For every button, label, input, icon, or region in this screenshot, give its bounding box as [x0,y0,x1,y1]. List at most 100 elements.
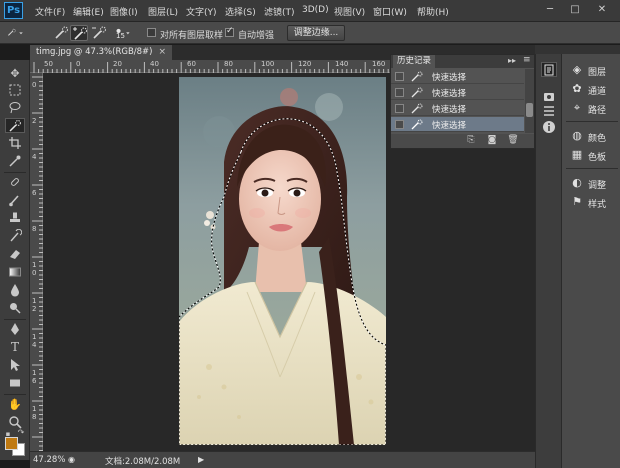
menu-edit[interactable]: 编辑(E) [73,5,104,18]
ruler-label: 20 [113,60,122,68]
blur-tool-icon[interactable] [5,283,25,298]
clone-stamp-tool-icon[interactable] [5,211,25,226]
menu-image[interactable]: 图像(I) [110,5,138,18]
paths-icon: ⌖ [573,101,581,114]
ruler-label: 4 [32,153,37,161]
history-state-selected[interactable]: 快速选择 [391,117,524,132]
sample-all-layers-checkbox[interactable] [147,28,156,37]
pen-tool-icon[interactable] [5,322,25,337]
history-state[interactable]: 快速选择 [391,85,524,100]
portrait-photo[interactable] [179,77,386,445]
quick-selection-icon [411,119,423,130]
healing-brush-tool-icon[interactable] [5,175,25,190]
menu-file[interactable]: 文件(F) [35,5,65,18]
color-panel-button[interactable]: ◍ 颜色 [566,128,620,144]
history-snapshot-checkbox[interactable] [395,120,404,129]
history-snapshot-checkbox[interactable] [395,72,404,81]
history-state-label: 快速选择 [432,105,467,115]
marquee-tool-icon[interactable] [5,83,25,98]
eyedropper-tool-icon[interactable] [5,154,25,169]
history-state-label: 快速选择 [432,121,467,131]
paths-label: 路径 [588,106,607,116]
status-menu-arrow-icon[interactable]: ▶ [198,455,204,464]
history-panel-tab[interactable]: 历史记录 [393,55,436,68]
new-document-from-state-icon[interactable]: ⎘ [464,135,478,147]
channels-icon: ✿ [572,82,582,95]
document-tab[interactable]: timg.jpg @ 47.3%(RGB/8#) × [30,45,173,60]
close-document-icon[interactable]: × [158,47,166,57]
panel-menu-icon[interactable]: ≡ [523,55,531,65]
path-selection-tool-icon[interactable] [5,358,25,373]
rectangle-tool-icon[interactable] [5,376,25,391]
zoom-level[interactable]: 47.28% [33,455,65,465]
brush-size-picker[interactable]: 15 [113,25,139,41]
collapse-panel-icon[interactable]: ▸▸ [508,56,516,65]
history-scrollbar-thumb[interactable] [526,103,533,117]
menu-help[interactable]: 帮助(H) [417,5,449,18]
layers-icon: ◈ [572,63,582,76]
menu-layer[interactable]: 图层(L) [148,5,178,18]
menu-bar: Ps 文件(F) 编辑(E) 图像(I) 图层(L) 文字(Y) 选择(S) 滤… [0,0,620,22]
menu-window[interactable]: 窗口(W) [373,5,407,18]
auto-enhance-checkbox[interactable] [225,26,234,37]
lasso-tool-icon[interactable] [5,100,25,115]
info-panel-icon-a[interactable] [541,90,557,105]
properties-panel-icon[interactable] [541,104,557,119]
history-panel-footer: ⎘ ◙ 🗑 [391,134,534,148]
add-to-selection-icon[interactable] [70,25,88,41]
menu-type[interactable]: 文字(Y) [186,5,217,18]
channels-label: 通道 [588,87,607,97]
history-state[interactable]: 快速选择 [391,69,524,84]
layers-panel-button[interactable]: ◈ 图层 [566,62,620,78]
quick-selection-tool-icon[interactable] [5,118,25,133]
menu-view[interactable]: 视图(V) [334,5,365,18]
ruler-label: 160 [372,60,386,68]
ruler-label: 50 [44,60,53,68]
swap-colors-icon[interactable]: ↷ [16,429,26,437]
history-panel-icon[interactable] [541,62,557,77]
brush-tool-icon[interactable] [5,193,25,208]
history-brush-tool-icon[interactable] [5,228,25,244]
menu-filter[interactable]: 滤镜(T) [264,5,295,18]
swatches-panel-button[interactable]: ▦ 色板 [566,147,620,163]
document-tab-title: timg.jpg @ 47.3%(RGB/8#) [36,47,153,57]
eraser-tool-icon[interactable] [5,247,25,262]
quick-selection-icon [8,28,23,36]
history-snapshot-checkbox[interactable] [395,88,404,97]
status-info-icon[interactable]: ◉ [68,455,75,464]
history-snapshot-checkbox[interactable] [395,104,404,113]
paths-panel-button[interactable]: ⌖ 路径 [566,100,620,116]
ruler-label: 8 [32,225,37,233]
history-state[interactable]: 快速选择 [391,101,524,116]
panel-divider [566,121,618,122]
minimize-button[interactable]: ─ [540,2,560,18]
refine-edge-button[interactable]: 调整边缘... [287,25,345,41]
gradient-tool-icon[interactable] [5,265,25,280]
subtract-from-selection-icon[interactable] [90,25,108,41]
menu-3d[interactable]: 3D(D) [302,5,329,15]
dodge-tool-icon[interactable] [5,301,25,316]
styles-panel-button[interactable]: ⚑ 样式 [566,194,620,210]
history-scrollbar[interactable] [525,69,534,133]
tool-preset-picker[interactable] [6,25,36,41]
sample-all-layers-label: 对所有图层取样 [160,31,224,41]
panel-dock-header[interactable] [535,45,620,54]
hand-tool-icon[interactable]: ✋ [5,397,25,412]
trash-icon[interactable]: 🗑 [506,135,520,147]
new-selection-icon[interactable] [52,25,70,41]
ruler-label: 60 [187,60,196,68]
channels-panel-button[interactable]: ✿ 通道 [566,81,620,97]
menu-select[interactable]: 选择(S) [225,5,256,18]
camera-snapshot-icon[interactable]: ◙ [485,135,499,147]
info-icon[interactable] [541,120,557,135]
move-tool-icon[interactable]: ✥ [5,66,25,81]
ruler-label: 2 [32,117,37,125]
foreground-color-swatch[interactable] [5,437,18,450]
maximize-button[interactable]: □ [565,2,585,18]
ruler-label: 140 [335,60,349,68]
document-size-info: 文档:2.08M/2.08M [105,457,181,467]
crop-tool-icon[interactable] [5,136,25,151]
close-window-button[interactable]: ✕ [592,2,612,18]
type-tool-icon[interactable]: T [5,340,25,355]
adjustments-panel-button[interactable]: ◐ 调整 [566,175,620,191]
